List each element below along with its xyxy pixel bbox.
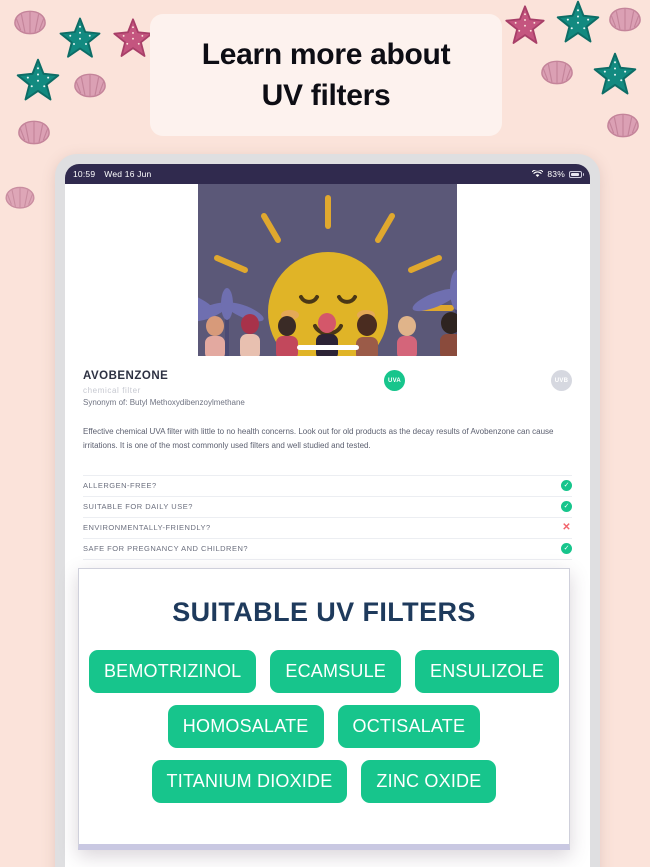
filter-description: Effective chemical UVA filter with littl… [83,427,554,450]
overlay-title: SUITABLE UV FILTERS [172,597,476,627]
pill-row: TITANIUM DIOXIDE ZINC OXIDE [95,760,553,803]
checklist-row: SAFE FOR PREGNANCY AND CHILDREN? ✓ [83,539,572,560]
checklist-label: ALLERGEN-FREE? [83,481,157,490]
page-title-card: Learn more about UV filters [150,14,502,136]
filter-pill[interactable]: OCTISALATE [337,705,481,748]
pill-row: HOMOSALATE OCTISALATE [95,705,553,748]
filter-pill[interactable]: BEMOTRIZINOL [88,650,257,693]
battery-percent-label: 83% [547,169,565,179]
filter-pill-list: BEMOTRIZINOL ECAMSULE ENSULIZOLE HOMOSAL… [88,650,560,803]
filter-pill[interactable]: ZINC OXIDE [361,760,497,803]
page-title-line2: UV filters [261,79,391,112]
checklist-label: SUITABLE FOR DAILY USE? [83,502,193,511]
uva-badge[interactable]: UVA [384,370,405,391]
check-yes-icon: ✓ [561,480,572,491]
hero-left-margin [65,184,198,356]
hero-illustration [65,184,590,356]
battery-icon [569,170,584,178]
filter-pill[interactable]: HOMOSALATE [167,705,324,748]
check-no-icon: ✕ [562,521,571,533]
filter-pill[interactable]: ECAMSULE [270,650,402,693]
checklist-label: ENVIRONMENTALLY-FRIENDLY? [83,523,211,532]
filter-synonym: Synonym of: Butyl Methoxydibenzoylmethan… [83,398,245,407]
check-yes-icon: ✓ [561,543,572,554]
checklist-row: ENVIRONMENTALLY-FRIENDLY? ✕ [83,518,572,539]
filter-header: AVOBENZONE chemical filter Synonym of: B… [83,370,572,407]
filter-type: chemical filter [83,386,141,395]
checklist-label: SAFE FOR PREGNANCY AND CHILDREN? [83,544,249,553]
scroll-indicator[interactable] [296,345,359,350]
filter-checklist: ALLERGEN-FREE? ✓ SUITABLE FOR DAILY USE?… [83,475,572,560]
hero-right-margin [457,184,590,356]
filter-name: AVOBENZONE [83,370,169,382]
page-root: Learn more about UV filters 10:59 Wed 16… [0,0,650,867]
uv-badges: UVA UVB [384,370,572,391]
uvb-badge[interactable]: UVB [551,370,572,391]
wifi-icon [532,170,544,177]
checklist-row: ALLERGEN-FREE? ✓ [83,475,572,497]
check-yes-icon: ✓ [561,501,572,512]
filter-pill[interactable]: TITANIUM DIOXIDE [151,760,348,803]
checklist-row: SUITABLE FOR DAILY USE? ✓ [83,497,572,518]
page-title-line1: Learn more about [201,37,451,71]
status-bar-time: 10:59 [73,169,96,179]
pill-row: BEMOTRIZINOL ECAMSULE ENSULIZOLE [88,650,560,693]
suitable-uv-filters-overlay: SUITABLE UV FILTERS BEMOTRIZINOL ECAMSUL… [78,568,570,850]
status-bar-date: Wed 16 Jun [104,169,152,179]
filter-pill[interactable]: ENSULIZOLE [415,650,560,693]
status-bar: 10:59 Wed 16 Jun 83% [65,164,590,184]
